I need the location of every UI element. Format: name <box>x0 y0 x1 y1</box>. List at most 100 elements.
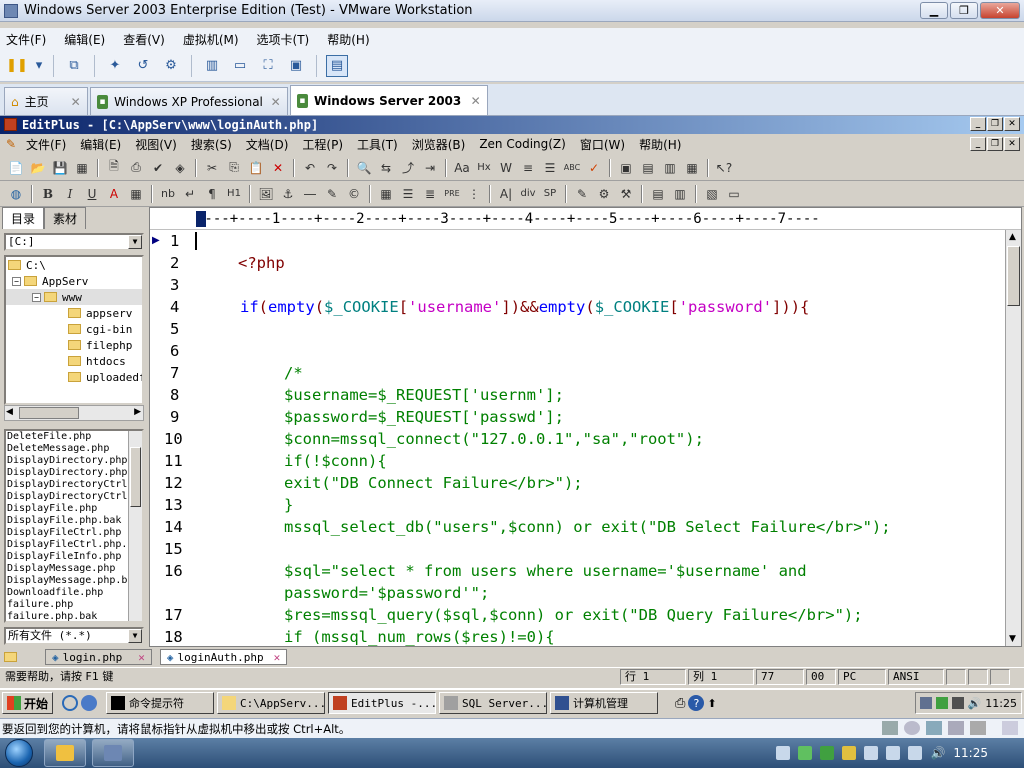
doc-tab-login[interactable]: ◈ login.php ✕ <box>45 649 152 665</box>
taskbar-vmware-button[interactable] <box>92 739 134 767</box>
italic-icon[interactable]: I <box>60 184 80 204</box>
preview-icon[interactable]: ▤ <box>648 184 668 204</box>
tree-item-root[interactable]: C:\ <box>6 257 142 273</box>
chevron-down-icon[interactable]: ▼ <box>128 235 142 249</box>
color-table-icon[interactable]: ▦ <box>126 184 146 204</box>
browser-view-icon[interactable]: ◈ <box>170 158 190 178</box>
nbsp-icon[interactable]: nb <box>158 184 178 204</box>
toolbox-icon[interactable]: ⚒ <box>616 184 636 204</box>
status-line-ending[interactable]: PC <box>838 668 886 685</box>
code-area[interactable]: <?php if(empty($_COOKIE['username'])&&em… <box>196 230 1006 646</box>
minimize-button[interactable]: _ <box>970 117 986 131</box>
show-thumbnail-icon[interactable]: ▭ <box>229 55 251 77</box>
menu-view[interactable]: 视图(V) <box>135 136 177 153</box>
chevron-down-icon[interactable]: ▼ <box>128 629 142 643</box>
copy-icon[interactable]: ⎘ <box>224 158 244 178</box>
view-1-icon[interactable]: ▣ <box>616 158 636 178</box>
minimize-button[interactable]: ▁ <box>920 2 948 19</box>
menu-zen-coding[interactable]: Zen Coding(Z) <box>479 137 566 151</box>
paragraph-icon[interactable]: ¶ <box>202 184 222 204</box>
redo-icon[interactable]: ↷ <box>322 158 342 178</box>
bold-icon[interactable]: B <box>38 184 58 204</box>
windows-start-orb-icon[interactable] <box>0 738 38 768</box>
doc-tab-loginauth[interactable]: ◈ loginAuth.php ✕ <box>159 649 288 665</box>
indent-icon[interactable]: ⇥ <box>420 158 440 178</box>
taskbar-item-computer-management[interactable]: 计算机管理 <box>550 692 659 714</box>
frame-icon[interactable]: ▥ <box>670 184 690 204</box>
console-view-icon[interactable]: ▤ <box>326 54 348 77</box>
find-icon[interactable]: 🔍 <box>354 158 374 178</box>
menu-window[interactable]: 窗口(W) <box>580 136 625 153</box>
list-item[interactable]: DisplayMessage.php.b <box>7 575 142 587</box>
taskbar-item-sql-server[interactable]: SQL Server... <box>439 692 548 714</box>
pre-icon[interactable]: PRE <box>442 184 462 204</box>
guest-clock[interactable]: 11:25 <box>985 697 1017 710</box>
volume-icon[interactable]: 🔊 <box>930 746 945 760</box>
tab-windows-server-2003[interactable]: ▪ Windows Server 2003 Ent... ✕ <box>289 85 488 115</box>
column-select-icon[interactable]: ☰ <box>540 158 560 178</box>
close-tab-icon[interactable]: ✕ <box>138 651 145 664</box>
goto-icon[interactable]: ⤴ <box>398 158 418 178</box>
printer-icon[interactable]: ⎙ <box>675 696 685 711</box>
host-clock[interactable]: 11:25 <box>953 746 988 760</box>
word-wrap-icon[interactable]: W <box>496 158 516 178</box>
drive-select[interactable]: [C:] ▼ <box>4 233 144 251</box>
sound-device-icon[interactable] <box>970 721 986 735</box>
underline-icon[interactable]: U <box>82 184 102 204</box>
tray-icon-4[interactable] <box>842 746 857 760</box>
style-icon[interactable]: ✎ <box>572 184 592 204</box>
network-device-icon[interactable] <box>926 721 942 735</box>
tree-item-filephp[interactable]: filephp <box>6 337 142 353</box>
replace-icon[interactable]: ⇆ <box>376 158 396 178</box>
network-icon[interactable]: ⧉ <box>63 55 85 77</box>
text-icon[interactable]: A| <box>496 184 516 204</box>
taskbar-explorer-button[interactable] <box>44 739 86 767</box>
doc-minimize-button[interactable]: _ <box>970 137 986 151</box>
message-log-icon[interactable] <box>1002 721 1018 735</box>
revert-snapshot-icon[interactable]: ↺ <box>132 55 154 77</box>
help-pointer-icon[interactable]: ↖? <box>714 158 734 178</box>
start-button[interactable]: 开始 <box>2 692 54 714</box>
list-item[interactable]: DisplayDirectory.php <box>7 467 142 479</box>
close-button[interactable]: ✕ <box>1004 117 1020 131</box>
usb-device-icon[interactable] <box>948 721 964 735</box>
taskbar-item-cmd[interactable]: 命令提示符 <box>106 692 215 714</box>
vmware-tools-tray-icon[interactable] <box>951 697 964 709</box>
copyright-icon[interactable]: © <box>344 184 364 204</box>
close-tab-icon[interactable]: ✕ <box>274 651 281 664</box>
tab-directory[interactable]: 目录 <box>2 207 45 229</box>
save-all-icon[interactable]: ▦ <box>72 158 92 178</box>
doc-restore-button[interactable]: ❐ <box>987 137 1003 151</box>
delete-icon[interactable]: ✕ <box>268 158 288 178</box>
hex-view-icon[interactable]: Hx <box>474 158 494 178</box>
tree-item-cgi-bin[interactable]: cgi-bin <box>6 321 142 337</box>
network-tray-icon[interactable] <box>919 697 932 709</box>
heading-icon[interactable]: H1 <box>224 184 244 204</box>
list-item[interactable]: DisplayMessage.php <box>7 563 142 575</box>
menu-tools[interactable]: 工具(T) <box>357 136 398 153</box>
snapshot-icon[interactable]: ✦ <box>104 55 126 77</box>
line-numbers-icon[interactable]: ≡ <box>518 158 538 178</box>
show-sidebar-icon[interactable]: ▥ <box>201 55 223 77</box>
table-icon[interactable]: ▦ <box>376 184 396 204</box>
window-icon[interactable]: ▭ <box>724 184 744 204</box>
menu-vm[interactable]: 虚拟机(M) <box>183 31 239 48</box>
anchor-icon[interactable]: ⚓ <box>278 184 298 204</box>
tray-icon-2[interactable] <box>798 746 813 760</box>
tray-arrow-icon[interactable]: ⬆ <box>707 697 716 710</box>
new-file-icon[interactable]: 📄 <box>6 158 26 178</box>
script-icon[interactable]: ⚙ <box>594 184 614 204</box>
menu-document[interactable]: 文档(D) <box>246 136 289 153</box>
menu-edit[interactable]: 编辑(E) <box>80 136 121 153</box>
check-icon[interactable]: ✓ <box>584 158 604 178</box>
tree-horizontal-scrollbar[interactable]: ◀ ▶ <box>4 405 144 421</box>
shield-icon[interactable] <box>820 746 835 760</box>
close-button[interactable]: ✕ <box>980 2 1020 19</box>
taskbar-item-appserv[interactable]: C:\AppServ... <box>217 692 326 714</box>
close-tab-icon[interactable]: ✕ <box>471 94 481 108</box>
open-file-icon[interactable]: 📂 <box>28 158 48 178</box>
font-icon[interactable]: Aa <box>452 158 472 178</box>
div-icon[interactable]: div <box>518 184 538 204</box>
ie-icon[interactable] <box>62 695 79 711</box>
collapse-icon[interactable]: − <box>12 276 21 286</box>
